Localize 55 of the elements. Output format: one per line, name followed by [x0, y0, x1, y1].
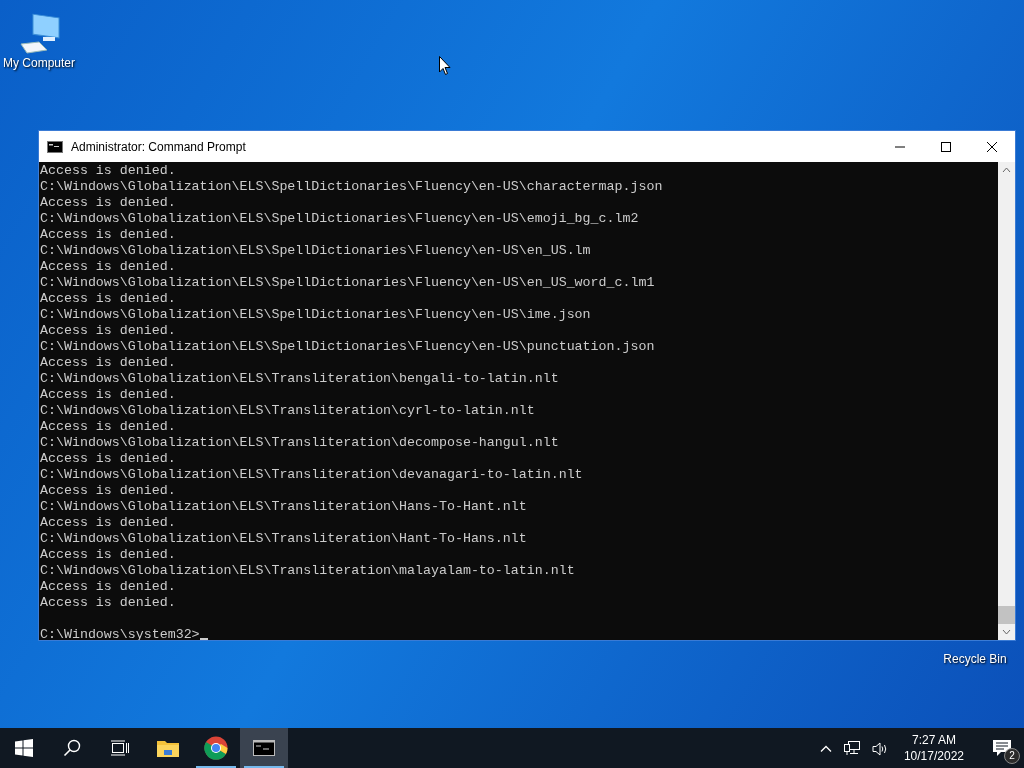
console-line: Access is denied. — [40, 291, 177, 307]
close-icon — [986, 140, 998, 153]
notification-count: 2 — [1004, 748, 1020, 764]
console-line: C:\Windows\Globalization\ELS\SpellDictionaries\Fluency\en-US\charactermap.json — [40, 179, 664, 195]
console-line: Access is denied. — [40, 451, 177, 467]
clock[interactable]: 7:27 AM 10/17/2022 — [895, 732, 972, 764]
icon-label[interactable]: Recycle Bin — [943, 650, 1007, 668]
console-line: Access is denied. — [40, 355, 177, 371]
console-line: Access is denied. — [40, 547, 177, 563]
icon-label[interactable]: My Computer — [3, 54, 75, 72]
taskbar-app-button[interactable] — [240, 728, 288, 768]
console-icon — [47, 141, 63, 154]
console-line: Access is denied. — [40, 387, 177, 403]
scroll-up-icon[interactable] — [1002, 167, 1011, 173]
maximize-icon — [940, 140, 952, 153]
task-view-icon — [111, 740, 129, 756]
console-line: C:\Windows\Globalization\ELS\SpellDictionaries\Fluency\en-US\emoji_bg_c.lm2 — [40, 211, 640, 227]
browser-icon — [204, 736, 228, 760]
console-line: C:\Windows\Globalization\ELS\SpellDictionaries\Fluency\en-US\en_US_word_c.lm1 — [40, 275, 656, 291]
console-line: C:\Windows\Globalization\ELS\Transliteration\Hans-To-Hant.nlt — [40, 499, 528, 515]
folder-icon — [157, 739, 179, 757]
windows-logo-icon — [15, 739, 33, 757]
console-icon — [253, 740, 275, 756]
console-line: C:\Windows\Globalization\ELS\SpellDictionaries\Fluency\en-US\en_US.lm — [40, 243, 592, 259]
console-line: Access is denied. — [40, 483, 177, 499]
scroll-down-icon[interactable] — [1002, 629, 1011, 635]
text-cursor — [199, 638, 208, 640]
console-line: C:\Windows\Globalization\ELS\Transliteration\devanagari-to-latin.nlt — [40, 467, 584, 483]
window-title: Administrator: Command Prompt — [71, 138, 247, 156]
scroll-thumb[interactable] — [998, 606, 1015, 624]
console-line: Access is denied. — [40, 259, 177, 275]
clock-time: 7:27 AM — [911, 732, 956, 748]
clock-date: 10/17/2022 — [903, 748, 964, 764]
console-line: Access is denied. — [40, 515, 177, 531]
command-prompt[interactable]: C:\Windows\system32> — [40, 627, 200, 640]
console-line: C:\Windows\Globalization\ELS\Transliteration\malayalam-to-latin.nlt — [40, 563, 576, 579]
chevron-up-icon[interactable] — [819, 745, 832, 753]
console-line: C:\Windows\Globalization\ELS\Transliteration\cyrl-to-latin.nlt — [40, 403, 536, 419]
console-line: Access is denied. — [40, 195, 177, 211]
search-icon — [63, 739, 81, 757]
network-icon[interactable] — [843, 741, 860, 757]
console-line: C:\Windows\Globalization\ELS\SpellDictionaries\Fluency\en-US\punctuation.json — [40, 339, 656, 355]
volume-icon[interactable] — [871, 741, 888, 756]
console-line: Access is denied. — [40, 579, 177, 595]
console-line: C:\Windows\Globalization\ELS\Transliteration\bengali-to-latin.nlt — [40, 371, 560, 387]
console-line: Access is denied. — [40, 227, 177, 243]
scrollbar[interactable] — [998, 162, 1015, 640]
console-line: C:\Windows\Globalization\ELS\Transliteration\decompose-hangul.nlt — [40, 435, 560, 451]
console-line: Access is denied. — [40, 595, 177, 611]
console-line: Access is denied. — [40, 163, 177, 179]
console-line: C:\Windows\Globalization\ELS\Transliteration\Hant-To-Hans.nlt — [40, 531, 528, 547]
console-line: C:\Windows\Globalization\ELS\SpellDictionaries\Fluency\en-US\ime.json — [40, 307, 592, 323]
console-line: Access is denied. — [40, 419, 177, 435]
mouse-pointer-icon — [439, 56, 451, 75]
console-line: Access is denied. — [40, 323, 177, 339]
